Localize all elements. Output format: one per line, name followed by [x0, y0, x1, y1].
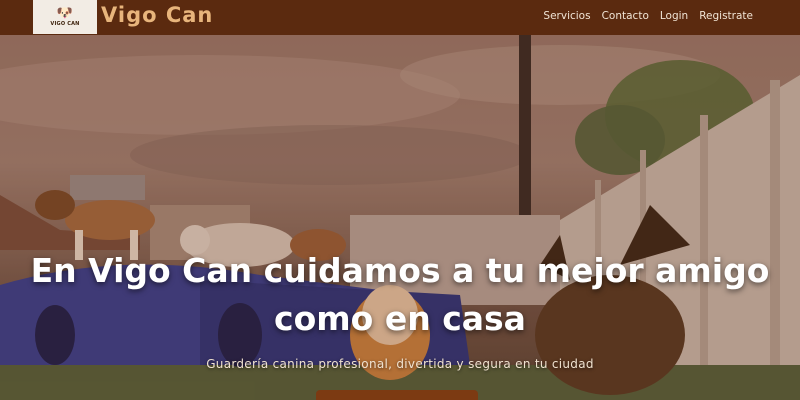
hero-subtitle: Guardería canina profesional, divertida … — [206, 357, 594, 371]
logo[interactable]: 🐶 VIGO CAN — [33, 0, 97, 34]
nav-link-login[interactable]: Login — [660, 10, 688, 22]
nav-link-contacto[interactable]: Contacto — [602, 10, 649, 22]
dog-logo-icon: 🐶 — [56, 6, 74, 21]
nav-links: Servicios Contacto Login Registrate — [543, 10, 753, 22]
hero-overlay — [0, 35, 800, 400]
nav-link-servicios[interactable]: Servicios — [543, 10, 590, 22]
brand-name[interactable]: Vigo Can — [101, 3, 213, 27]
nav-link-registrate[interactable]: Registrate — [699, 10, 753, 22]
hero-section: En Vigo Can cuidamos a tu mejor amigo co… — [0, 35, 800, 400]
hero-title: En Vigo Can cuidamos a tu mejor amigo co… — [30, 251, 770, 338]
top-navbar: 🐶 VIGO CAN Vigo Can Servicios Contacto L… — [0, 0, 800, 35]
cta-button[interactable] — [316, 390, 478, 400]
logo-text: VIGO CAN — [50, 21, 80, 27]
